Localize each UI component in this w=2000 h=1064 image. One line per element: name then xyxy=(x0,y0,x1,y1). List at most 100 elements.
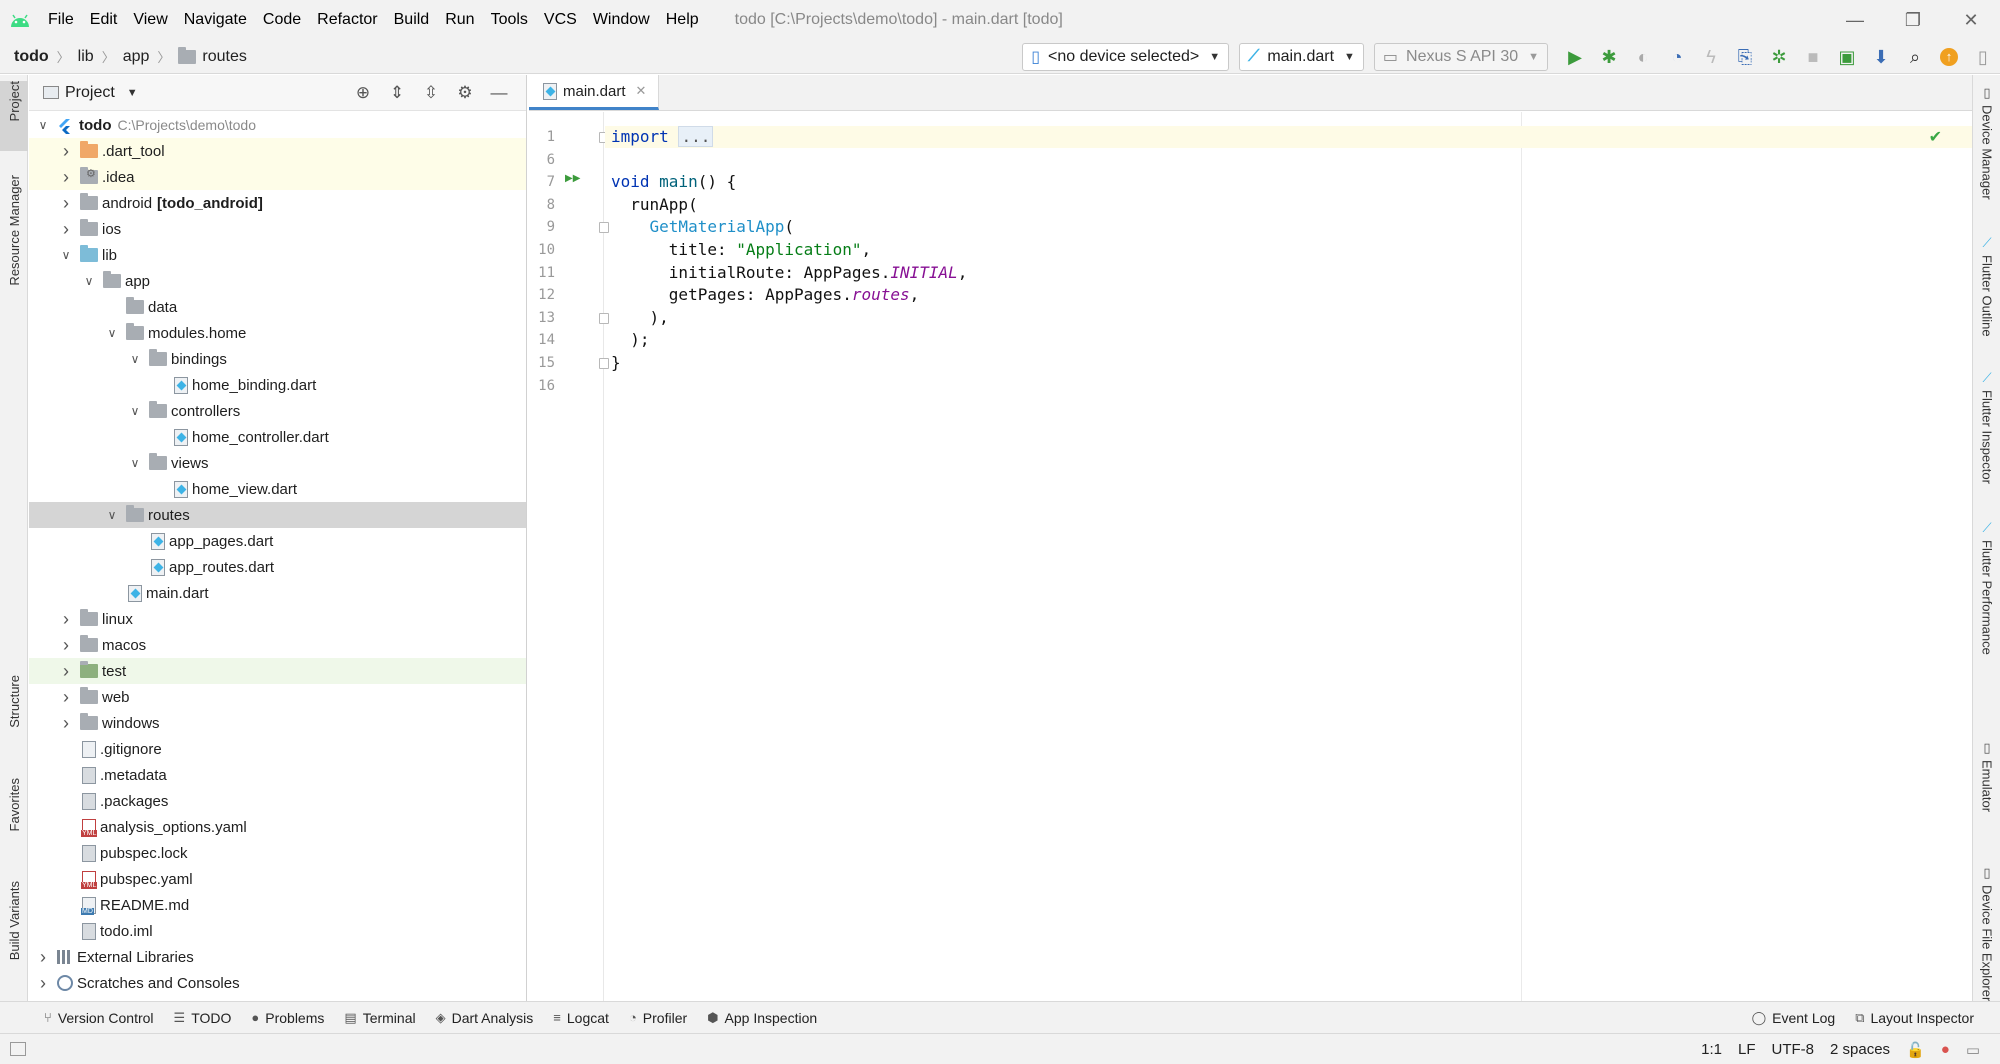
tree-item[interactable]: ∨ views xyxy=(29,450,526,476)
project-panel-title[interactable]: Project xyxy=(65,84,115,102)
hide-panel-icon[interactable]: — xyxy=(482,75,516,111)
tree-item[interactable]: › android [todo_android] xyxy=(29,190,526,216)
debug-icon[interactable]: ✱ xyxy=(1592,40,1626,74)
tree-item[interactable]: analysis_options.yaml xyxy=(29,814,526,840)
tab-device-file-explorer[interactable]: ▯ Device File Explorer xyxy=(1973,865,2000,1001)
tree-item[interactable]: app_pages.dart xyxy=(29,528,526,554)
sdk-manager-icon[interactable]: ⬇ xyxy=(1864,40,1898,74)
code-line[interactable]: import ... xyxy=(605,126,1972,148)
chevron-right-icon[interactable]: › xyxy=(58,661,74,682)
restore-button[interactable]: ❐ xyxy=(1884,0,1942,40)
device-manager-icon[interactable]: ▣ xyxy=(1830,40,1864,74)
tab-project[interactable]: Project xyxy=(0,81,28,151)
indent-setting[interactable]: 2 spaces xyxy=(1830,1041,1890,1058)
chevron-right-icon[interactable]: › xyxy=(58,141,74,162)
code-line[interactable]: void main() { xyxy=(611,171,736,193)
tree-item[interactable]: › ios xyxy=(29,216,526,242)
tool-windows-toggle-icon[interactable] xyxy=(10,1042,26,1056)
chevron-down-icon[interactable]: ∨ xyxy=(104,508,120,522)
chevron-right-icon[interactable]: › xyxy=(58,167,74,188)
tool-event-log[interactable]: ◯ Event Log xyxy=(1752,1010,1836,1026)
tab-device-manager[interactable]: ▯ Device Manager xyxy=(1973,85,2000,215)
tree-item[interactable]: › External Libraries xyxy=(29,944,526,970)
tab-favorites[interactable]: Favorites xyxy=(0,778,28,858)
tree-item[interactable]: ∨ routes xyxy=(29,502,526,528)
chevron-right-icon[interactable]: › xyxy=(35,973,51,994)
tool-version-control[interactable]: ⑂ Version Control xyxy=(44,1010,154,1026)
tab-resource-manager[interactable]: Resource Manager xyxy=(0,175,28,315)
chevron-right-icon[interactable]: › xyxy=(58,193,74,214)
tree-item[interactable]: ∨ modules.home xyxy=(29,320,526,346)
tree-item[interactable]: › .dart_tool xyxy=(29,138,526,164)
code-line[interactable]: GetMaterialApp( xyxy=(611,216,795,238)
run-configuration-selector[interactable]: ⟋ main.dart ▼ xyxy=(1239,43,1364,71)
menu-edit[interactable]: Edit xyxy=(82,11,126,29)
tree-item[interactable]: pubspec.yaml xyxy=(29,866,526,892)
chevron-right-icon[interactable]: › xyxy=(58,713,74,734)
chevron-down-icon[interactable]: ∨ xyxy=(81,274,97,288)
chevron-right-icon[interactable]: › xyxy=(58,219,74,240)
search-icon[interactable]: ⌕ xyxy=(1898,40,1932,74)
tree-item[interactable]: › macos xyxy=(29,632,526,658)
tree-item[interactable]: .metadata xyxy=(29,762,526,788)
chevron-down-icon[interactable]: ∨ xyxy=(104,326,120,340)
menu-tools[interactable]: Tools xyxy=(483,11,536,29)
chevron-down-icon[interactable]: ∨ xyxy=(127,456,143,470)
file-encoding[interactable]: UTF-8 xyxy=(1772,1041,1815,1058)
code-area[interactable]: import ... void main() { runApp( GetMater… xyxy=(605,112,1972,1001)
tree-item[interactable]: .packages xyxy=(29,788,526,814)
chevron-right-icon[interactable]: › xyxy=(58,609,74,630)
code-line[interactable]: getPages: AppPages.routes, xyxy=(611,284,919,306)
tree-item[interactable]: ∨ todo C:\Projects\demo\todo xyxy=(29,112,526,138)
tab-build-variants[interactable]: Build Variants xyxy=(0,881,28,991)
menu-run[interactable]: Run xyxy=(437,11,482,29)
tab-emulator[interactable]: ▯ Emulator xyxy=(1973,740,2000,840)
tree-item[interactable]: › web xyxy=(29,684,526,710)
code-line[interactable]: title: "Application", xyxy=(611,239,871,261)
run-main-gutter-icon[interactable]: ▶▶ xyxy=(565,173,580,184)
tool-logcat[interactable]: ≡ Logcat xyxy=(553,1010,609,1026)
tool-todo[interactable]: ☰ TODO xyxy=(174,1010,232,1026)
chevron-right-icon[interactable]: › xyxy=(35,947,51,968)
tab-main-dart[interactable]: main.dart ✕ xyxy=(529,75,660,110)
line-separator[interactable]: LF xyxy=(1738,1041,1756,1058)
tree-item[interactable]: main.dart xyxy=(29,580,526,606)
menu-refactor[interactable]: Refactor xyxy=(309,11,385,29)
tool-layout-inspector[interactable]: ⧉ Layout Inspector xyxy=(1855,1010,1974,1026)
expand-all-icon[interactable]: ⇕ xyxy=(380,75,414,111)
sidebar-toggle-icon[interactable]: ▯ xyxy=(1966,40,2000,74)
update-icon[interactable]: ↑ xyxy=(1932,40,1966,74)
tree-item[interactable]: › windows xyxy=(29,710,526,736)
menu-help[interactable]: Help xyxy=(658,11,707,29)
gear-icon[interactable]: ⚙ xyxy=(448,75,482,111)
collapse-all-icon[interactable]: ⇳ xyxy=(414,75,448,111)
tab-structure[interactable]: Structure xyxy=(0,675,28,755)
tool-app-inspection[interactable]: ⬢ App Inspection xyxy=(707,1010,817,1026)
tab-flutter-outline[interactable]: ⟋ Flutter Outline xyxy=(1973,235,2000,355)
memory-indicator-icon[interactable]: ▭ xyxy=(1966,1041,1980,1059)
chevron-down-icon[interactable]: ∨ xyxy=(58,248,74,262)
lock-icon[interactable]: 🔓 xyxy=(1906,1041,1925,1059)
apply-changes-icon[interactable]: ⎘ xyxy=(1728,40,1762,74)
breadcrumb-item[interactable]: lib xyxy=(78,48,94,66)
caret-position[interactable]: 1:1 xyxy=(1701,1041,1722,1058)
code-line[interactable]: initialRoute: AppPages.INITIAL, xyxy=(611,262,968,284)
code-line[interactable]: ), xyxy=(611,307,669,329)
profile-icon[interactable]: ◔ xyxy=(1660,40,1694,74)
breadcrumb-item[interactable]: routes xyxy=(178,46,247,66)
tree-item[interactable]: ∨ lib xyxy=(29,242,526,268)
minimize-button[interactable]: — xyxy=(1826,0,1884,40)
close-icon[interactable]: ✕ xyxy=(636,83,647,99)
no-problems-check-icon[interactable]: ✔ xyxy=(1929,127,1942,147)
tree-item[interactable]: ∨ controllers xyxy=(29,398,526,424)
close-window-button[interactable]: ✕ xyxy=(1942,0,2000,40)
breadcrumb-item[interactable]: todo xyxy=(14,48,49,66)
coverage-icon[interactable]: ◐ xyxy=(1626,40,1660,74)
tab-flutter-inspector[interactable]: ⟋ Flutter Inspector xyxy=(1973,370,2000,500)
chevron-right-icon[interactable]: › xyxy=(58,635,74,656)
menu-file[interactable]: File xyxy=(40,11,82,29)
tree-item[interactable]: README.md xyxy=(29,892,526,918)
attach-debugger-icon[interactable]: ✲ xyxy=(1762,40,1796,74)
tree-item[interactable]: ∨ app xyxy=(29,268,526,294)
tree-item[interactable]: home_view.dart xyxy=(29,476,526,502)
